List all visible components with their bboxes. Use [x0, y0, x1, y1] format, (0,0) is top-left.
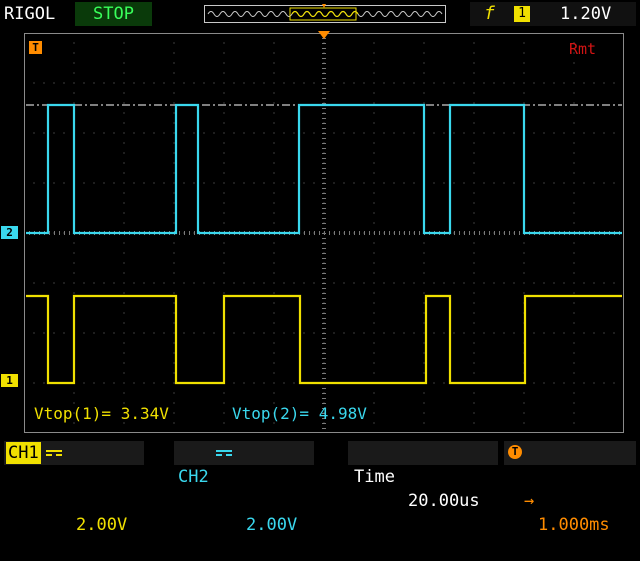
ch1-label: CH1 [6, 442, 41, 464]
bottom-status-bar: CH1 2.00V CH2 2.00V Time 20.00us T → 1.0… [0, 437, 640, 535]
ch2-scale: 2.00V [246, 515, 298, 535]
ch2-ground-marker[interactable]: 2 [1, 226, 18, 239]
trigger-offset-icon: T [508, 445, 522, 459]
trigger-info[interactable]: f 1 1.20V [470, 2, 636, 26]
waveform-display: Rmt [24, 33, 624, 433]
top-status-bar: RIGOL STOP f 1 1.20V [0, 0, 640, 28]
dc-coupling-icon [46, 450, 62, 456]
ch1-ground-marker[interactable]: 1 [1, 374, 18, 387]
trigger-source-badge: 1 [514, 6, 530, 22]
ch1-scale-box[interactable]: CH1 2.00V [4, 441, 144, 535]
brand-label: RIGOL [4, 4, 56, 24]
ch2-scale-box[interactable]: CH2 2.00V [174, 441, 314, 535]
rising-edge-icon: f [484, 3, 495, 24]
trigger-marker-icon[interactable]: T [29, 41, 42, 54]
remote-label: Rmt [569, 40, 596, 58]
trigger-offset-arrow-icon: → [524, 491, 535, 511]
trigger-offset: 1.000ms [538, 515, 610, 535]
ch1-trace [26, 294, 622, 385]
trigger-offset-box[interactable]: T → 1.000ms [504, 441, 636, 535]
trigger-level: 1.20V [560, 4, 612, 24]
horizontal-position-bar[interactable] [204, 3, 446, 25]
measurement-vtop-ch2: Vtop(2)= 4.98V [232, 404, 367, 423]
horizontal-trigger-arrow-icon [318, 31, 330, 39]
timebase-box[interactable]: Time 20.00us [348, 441, 498, 511]
ch1-scale: 2.00V [76, 515, 128, 535]
time-scale: 20.00us [408, 491, 480, 511]
measurement-vtop-ch1: Vtop(1)= 3.34V [34, 404, 169, 423]
dc-coupling-icon [216, 450, 232, 456]
run-stop-indicator[interactable]: STOP [75, 2, 152, 26]
